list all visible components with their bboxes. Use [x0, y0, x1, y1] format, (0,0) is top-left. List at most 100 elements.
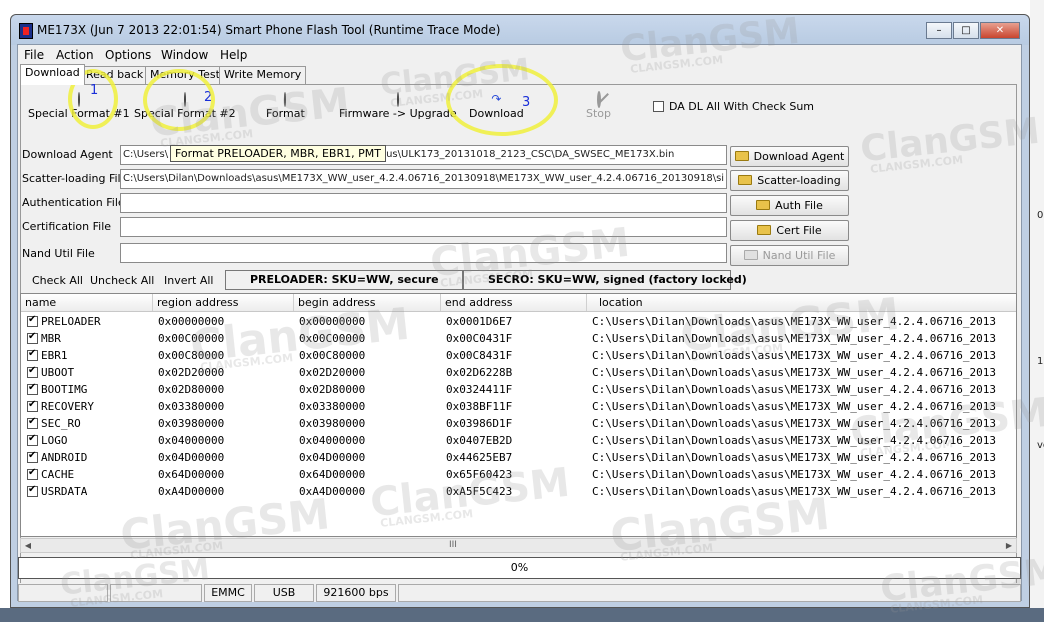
- stop-icon: [593, 91, 605, 108]
- column-header-end-address[interactable]: end address: [441, 294, 587, 311]
- firmware-upgrade-label: Firmware -> Upgrade: [339, 107, 457, 120]
- row-checkbox[interactable]: [27, 382, 38, 395]
- cell-begin: 0x00C80000: [299, 349, 366, 362]
- progress-label: 0%: [510, 561, 529, 574]
- row-checkbox[interactable]: [27, 399, 38, 412]
- row-checkbox[interactable]: [27, 416, 38, 429]
- table-row[interactable]: USRDATA 0xA4D00000 0xA4D00000 0xA5F5C423 C:\…: [21, 483, 1016, 500]
- scroll-left-icon[interactable]: ◀: [21, 539, 35, 552]
- cell-begin: 0x03980000: [299, 417, 366, 430]
- cell-name: RECOVERY: [41, 400, 94, 413]
- app-window: ME173X (Jun 7 2013 22:01:54) Smart Phone…: [10, 14, 1030, 608]
- cell-region: 0x00C80000: [158, 349, 225, 362]
- cell-region: 0x04000000: [158, 434, 225, 447]
- table-row[interactable]: LOGO 0x04000000 0x04000000 0x0407EB2D C:\Use…: [21, 432, 1016, 449]
- cell-name: EBR1: [41, 349, 68, 362]
- stop-label: Stop: [586, 107, 612, 120]
- status-storage: EMMC: [204, 584, 252, 602]
- background-text: 11: [1037, 356, 1044, 367]
- app-icon: [19, 23, 33, 39]
- folder-icon: [734, 151, 749, 161]
- download-agent-button[interactable]: Download Agent: [730, 146, 849, 167]
- row-checkbox[interactable]: [27, 348, 38, 361]
- nand-util-file-button[interactable]: Nand Util File: [730, 245, 849, 266]
- close-button[interactable]: ✕: [980, 22, 1020, 39]
- scroll-grip[interactable]: III: [449, 540, 457, 550]
- row-checkbox[interactable]: [27, 365, 38, 378]
- table-row[interactable]: CACHE 0x64D00000 0x64D00000 0x65F60423 C:\Us…: [21, 466, 1016, 483]
- scroll-right-icon[interactable]: ▶: [1002, 539, 1016, 552]
- cell-name: USRDATA: [41, 485, 88, 498]
- auth-file-button[interactable]: Auth File: [730, 195, 849, 216]
- download-agent-value-end: us\ULK173_20131018_2123_CSC\DA_SWSEC_ME1…: [386, 149, 675, 160]
- cert-file-button[interactable]: Cert File: [730, 220, 849, 241]
- maximize-button[interactable]: □: [953, 22, 979, 39]
- column-header-begin-address[interactable]: begin address: [294, 294, 441, 311]
- table-row[interactable]: MBR 0x00C00000 0x00C00000 0x00C0431F C:\User…: [21, 330, 1016, 347]
- table-row[interactable]: ANDROID 0x04D00000 0x04D00000 0x44625EB7 C:\…: [21, 449, 1016, 466]
- column-header-name[interactable]: name: [21, 294, 153, 311]
- stop-button[interactable]: Stop: [586, 91, 612, 120]
- horizontal-scrollbar[interactable]: ◀ III ▶: [20, 538, 1017, 553]
- table-row[interactable]: RECOVERY 0x03380000 0x03380000 0x038BF11F C:…: [21, 398, 1016, 415]
- row-checkbox[interactable]: [27, 467, 38, 480]
- tooltip: Format PRELOADER, MBR, EBR1, PMT: [170, 145, 386, 162]
- format-icon: [279, 92, 291, 107]
- scatter-loading-button[interactable]: Scatter-loading: [730, 170, 849, 191]
- cell-region: 0x04D00000: [158, 451, 225, 464]
- minimize-button[interactable]: –: [926, 22, 952, 39]
- table-row[interactable]: EBR1 0x00C80000 0x00C80000 0x00C8431F C:\Use…: [21, 347, 1016, 364]
- menu-window[interactable]: Window: [161, 48, 208, 62]
- table-row[interactable]: UBOOT 0x02D20000 0x02D20000 0x02D6228B C:\Us…: [21, 364, 1016, 381]
- status-cell-empty: [110, 584, 202, 602]
- menu-help[interactable]: Help: [220, 48, 247, 62]
- format-button[interactable]: Format: [266, 92, 305, 120]
- invert-all-button[interactable]: Invert All: [164, 274, 213, 287]
- cell-begin: 0x04000000: [299, 434, 366, 447]
- cell-end: 0x02D6228B: [446, 366, 513, 379]
- scatter-loading-field[interactable]: C:\Users\Dilan\Downloads\asus\ME173X_WW_…: [120, 169, 727, 189]
- row-checkbox[interactable]: [27, 331, 38, 344]
- row-checkbox[interactable]: [27, 433, 38, 446]
- row-checkbox[interactable]: [27, 314, 38, 327]
- cell-begin: 0x02D80000: [299, 383, 366, 396]
- nand-util-file-field[interactable]: [120, 243, 727, 263]
- column-header-location[interactable]: location: [587, 294, 1016, 311]
- row-checkbox[interactable]: [27, 450, 38, 463]
- row-checkbox[interactable]: [27, 484, 38, 497]
- table-row[interactable]: BOOTIMG 0x02D80000 0x02D80000 0x0324411F C:\…: [21, 381, 1016, 398]
- cell-region: 0x00000000: [158, 315, 225, 328]
- cell-location: C:\Users\Dilan\Downloads\asus\ME173X_WW_…: [592, 451, 996, 464]
- cell-begin: 0x04D00000: [299, 451, 366, 464]
- title-bar[interactable]: ME173X (Jun 7 2013 22:01:54) Smart Phone…: [11, 15, 1029, 45]
- cell-name: SEC_RO: [41, 417, 81, 430]
- folder-icon: [757, 225, 772, 235]
- table-row[interactable]: PRELOADER 0x00000000 0x00000000 0x0001D6E7 C…: [21, 313, 1016, 330]
- folder-icon: [756, 200, 771, 210]
- cell-location: C:\Users\Dilan\Downloads\asus\ME173X_WW_…: [592, 417, 996, 430]
- cell-region: 0x03980000: [158, 417, 225, 430]
- column-header-region-address[interactable]: region address: [153, 294, 294, 311]
- authentication-file-field[interactable]: [120, 193, 727, 213]
- menu-options[interactable]: Options: [105, 48, 151, 62]
- background-text: 0: [1037, 210, 1044, 221]
- cell-location: C:\Users\Dilan\Downloads\asus\ME173X_WW_…: [592, 468, 996, 481]
- cell-location: C:\Users\Dilan\Downloads\asus\ME173X_WW_…: [592, 383, 996, 396]
- cell-begin: 0xA4D00000: [299, 485, 366, 498]
- cell-location: C:\Users\Dilan\Downloads\asus\ME173X_WW_…: [592, 349, 996, 362]
- tab-download[interactable]: Download: [20, 64, 85, 85]
- table-row[interactable]: SEC_RO 0x03980000 0x03980000 0x03986D1F C:\U…: [21, 415, 1016, 432]
- menu-file[interactable]: File: [24, 48, 44, 62]
- uncheck-all-button[interactable]: Uncheck All: [90, 274, 154, 287]
- da-checksum-checkbox[interactable]: [653, 101, 664, 112]
- certification-file-field[interactable]: [120, 217, 727, 237]
- cell-begin: 0x00C00000: [299, 332, 366, 345]
- download-agent-button-label: Download Agent: [753, 150, 845, 163]
- client-area: File Action Options Window Help Download…: [17, 44, 1022, 602]
- firmware-upgrade-button[interactable]: Firmware -> Upgrade: [339, 92, 457, 120]
- check-all-button[interactable]: Check All: [32, 274, 83, 287]
- scatter-loading-label: Scatter-loading File: [22, 172, 128, 185]
- format-label: Format: [266, 107, 305, 120]
- menu-action[interactable]: Action: [56, 48, 94, 62]
- tab-write-memory[interactable]: Write Memory: [219, 66, 307, 84]
